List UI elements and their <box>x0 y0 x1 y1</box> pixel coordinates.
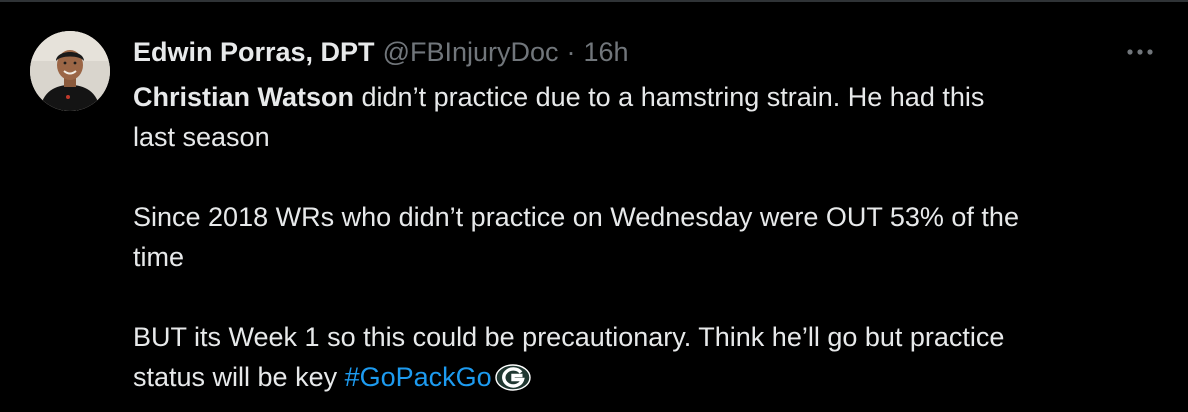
tweet-text: Christian Watson didn’t practice due to … <box>133 77 1153 402</box>
paragraph-2-line-1: Since 2018 WRs who didn’t practice on We… <box>133 202 1019 232</box>
tweet-timestamp[interactable]: 16h <box>584 37 629 68</box>
tweet-paragraph-3: BUT its Week 1 so this could be precauti… <box>133 317 1153 402</box>
tweet[interactable]: Edwin Porras, DPT @FBInjuryDoc · 16h Chr… <box>0 2 1188 412</box>
more-horizontal-icon <box>1127 49 1153 55</box>
tweet-paragraph-2: Since 2018 WRs who didn’t practice on We… <box>133 197 1153 277</box>
paragraph-1-line-2: last season <box>133 122 270 152</box>
paragraph-3-line-2: status will be key <box>133 362 345 392</box>
avatar[interactable] <box>30 31 110 111</box>
author-handle[interactable]: @FBInjuryDoc <box>383 37 559 68</box>
paragraph-3-line-1: BUT its Week 1 so this could be precauti… <box>133 322 1005 352</box>
more-options-button[interactable] <box>1118 38 1162 66</box>
avatar-photo <box>30 31 110 111</box>
tweet-header: Edwin Porras, DPT @FBInjuryDoc · 16h <box>133 35 629 69</box>
author-display-name[interactable]: Edwin Porras, DPT <box>133 37 375 68</box>
player-name: Christian Watson <box>133 82 355 112</box>
hashtag-link[interactable]: #GoPackGo <box>345 362 492 392</box>
tweet-paragraph-1: Christian Watson didn’t practice due to … <box>133 77 1153 157</box>
green-bay-packers-logo-icon <box>494 362 531 402</box>
paragraph-1-line-1: didn’t practice due to a hamstring strai… <box>354 82 985 112</box>
header-separator: · <box>566 36 576 67</box>
paragraph-2-line-2: time <box>133 242 185 272</box>
